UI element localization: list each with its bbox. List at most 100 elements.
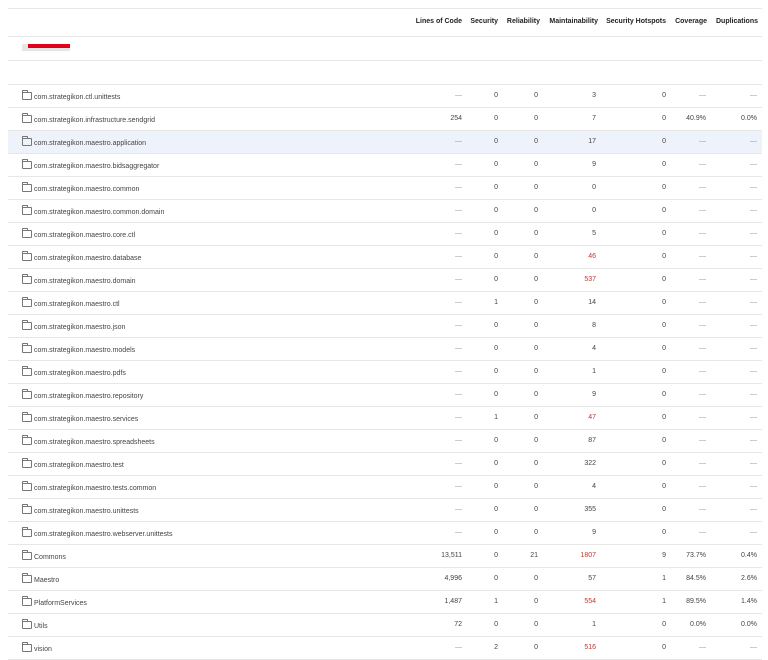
cell-security[interactable]: 0 [494,184,498,191]
component-link[interactable]: com.strategikon.maestro.tests.common [22,481,156,492]
component-link[interactable]: com.strategikon.maestro.test [22,458,124,469]
cell-duplications[interactable]: 0.0% [741,115,757,122]
cell-reliability[interactable]: 0 [534,506,538,513]
cell-maintainability[interactable]: 0 [592,207,596,214]
table-row[interactable]: Maestro 4,996 0 0 57 1 84.5% 2.6% [8,568,762,591]
cell-coverage[interactable]: 40.9% [686,115,706,122]
cell-maintainability[interactable]: 4 [592,345,596,352]
table-row[interactable]: com.strategikon.maestro.bidsaggregator — 0… [8,154,762,177]
cell-duplications[interactable]: 1.4% [741,598,757,605]
cell-maintainability[interactable]: 1 [592,368,596,375]
cell-security[interactable]: 0 [494,368,498,375]
header-reliability[interactable]: Reliability [507,18,540,25]
header-security-hotspots[interactable]: Security Hotspots [606,18,666,25]
cell-security[interactable]: 0 [494,529,498,536]
cell-hotspots[interactable]: 0 [662,184,666,191]
table-row[interactable]: com.strategikon.maestro.pdfs — 0 0 1 0 — — [8,361,762,384]
cell-hotspots[interactable]: 9 [662,552,666,559]
cell-security[interactable]: 0 [494,161,498,168]
cell-hotspots[interactable]: 0 [662,414,666,421]
cell-hotspots[interactable]: 0 [662,230,666,237]
table-row[interactable]: com.strategikon.maestro.services — 1 0 47 0 — — [8,407,762,430]
component-link[interactable]: vision [22,642,52,653]
component-link[interactable]: com.strategikon.maestro.ctl [22,297,120,308]
cell-reliability[interactable]: 0 [534,276,538,283]
cell-hotspots[interactable]: 1 [662,575,666,582]
table-row[interactable]: Utils 72 0 0 1 0 0.0% 0.0% [8,614,762,637]
header-coverage[interactable]: Coverage [675,18,707,25]
cell-security[interactable]: 0 [494,138,498,145]
cell-hotspots[interactable]: 0 [662,115,666,122]
cell-coverage[interactable]: 73.7% [686,552,706,559]
cell-maintainability[interactable]: 47 [588,414,596,421]
cell-security[interactable]: 0 [494,460,498,467]
cell-reliability[interactable]: 0 [534,207,538,214]
component-link[interactable]: Utils [22,619,48,630]
cell-reliability[interactable]: 0 [534,253,538,260]
cell-hotspots[interactable]: 0 [662,621,666,628]
cell-loc[interactable]: 254 [450,115,462,122]
cell-coverage[interactable]: 0.0% [690,621,706,628]
component-link[interactable]: com.strategikon.maestro.database [22,251,141,262]
table-row[interactable]: com.strategikon.maestro.database — 0 0 46 0 — — [8,246,762,269]
table-row[interactable]: com.strategikon.maestro.domain — 0 0 537 0 — — [8,269,762,292]
component-link[interactable]: com.strategikon.maestro.webserver.unitte… [22,527,173,538]
cell-maintainability[interactable]: 7 [592,115,596,122]
cell-reliability[interactable]: 0 [534,368,538,375]
cell-maintainability[interactable]: 8 [592,322,596,329]
cell-hotspots[interactable]: 0 [662,299,666,306]
cell-maintainability[interactable]: 537 [584,276,596,283]
cell-hotspots[interactable]: 0 [662,92,666,99]
header-lines-of-code[interactable]: Lines of Code [416,18,462,25]
table-row[interactable]: com.strategikon.maestro.common — 0 0 0 0 — — [8,177,762,200]
cell-security[interactable]: 2 [494,644,498,651]
cell-hotspots[interactable]: 0 [662,207,666,214]
cell-security[interactable]: 0 [494,322,498,329]
component-link[interactable]: com.strategikon.maestro.repository [22,389,143,400]
cell-security[interactable]: 0 [494,92,498,99]
cell-maintainability[interactable]: 322 [584,460,596,467]
component-link[interactable]: com.strategikon.maestro.domain [22,274,136,285]
cell-maintainability[interactable]: 57 [588,575,596,582]
header-duplications[interactable]: Duplications [716,18,758,25]
cell-security[interactable]: 0 [494,437,498,444]
cell-hotspots[interactable]: 0 [662,483,666,490]
cell-maintainability[interactable]: 87 [588,437,596,444]
cell-hotspots[interactable]: 0 [662,644,666,651]
cell-maintainability[interactable]: 9 [592,529,596,536]
header-security[interactable]: Security [470,18,498,25]
cell-loc[interactable]: 1,487 [444,598,462,605]
cell-security[interactable]: 0 [494,207,498,214]
table-row[interactable]: com.strategikon.maestro.spreadsheets — 0 0 8… [8,430,762,453]
cell-hotspots[interactable]: 0 [662,138,666,145]
component-link[interactable]: Maestro [22,573,59,584]
cell-security[interactable]: 0 [494,345,498,352]
table-row[interactable]: com.strategikon.ctl.unittests — 0 0 3 0 — — [8,85,762,108]
component-link[interactable]: com.strategikon.ctl.unittests [22,90,120,101]
component-link[interactable]: com.strategikon.maestro.json [22,320,125,331]
cell-maintainability[interactable]: 17 [588,138,596,145]
cell-coverage[interactable]: 84.5% [686,575,706,582]
component-link[interactable]: com.strategikon.maestro.models [22,343,135,354]
component-link[interactable]: PlatformServices [22,596,87,607]
cell-maintainability[interactable]: 4 [592,483,596,490]
table-row[interactable]: com.strategikon.maestro.webserver.unitte… [8,522,762,545]
cell-maintainability[interactable]: 5 [592,230,596,237]
cell-reliability[interactable]: 0 [534,184,538,191]
cell-maintainability[interactable]: 3 [592,92,596,99]
table-row[interactable]: com.strategikon.maestro.application — 0 0 17… [8,131,762,154]
component-link[interactable]: com.strategikon.maestro.application [22,136,146,147]
component-link[interactable]: com.strategikon.maestro.unittests [22,504,139,515]
cell-security[interactable]: 0 [494,621,498,628]
cell-reliability[interactable]: 0 [534,644,538,651]
cell-security[interactable]: 1 [494,414,498,421]
table-row[interactable]: com.strategikon.maestro.json — 0 0 8 0 — — [8,315,762,338]
table-row[interactable]: com.strategikon.maestro.repository — 0 0 9 0 —… [8,384,762,407]
cell-hotspots[interactable]: 0 [662,253,666,260]
component-link[interactable]: com.strategikon.maestro.common.domain [22,205,164,216]
cell-loc[interactable]: 4,996 [444,575,462,582]
cell-reliability[interactable]: 21 [530,552,538,559]
cell-maintainability[interactable]: 1807 [580,552,596,559]
table-row[interactable]: PlatformServices 1,487 1 0 554 1 89.5% 1.4% [8,591,762,614]
cell-reliability[interactable]: 0 [534,115,538,122]
